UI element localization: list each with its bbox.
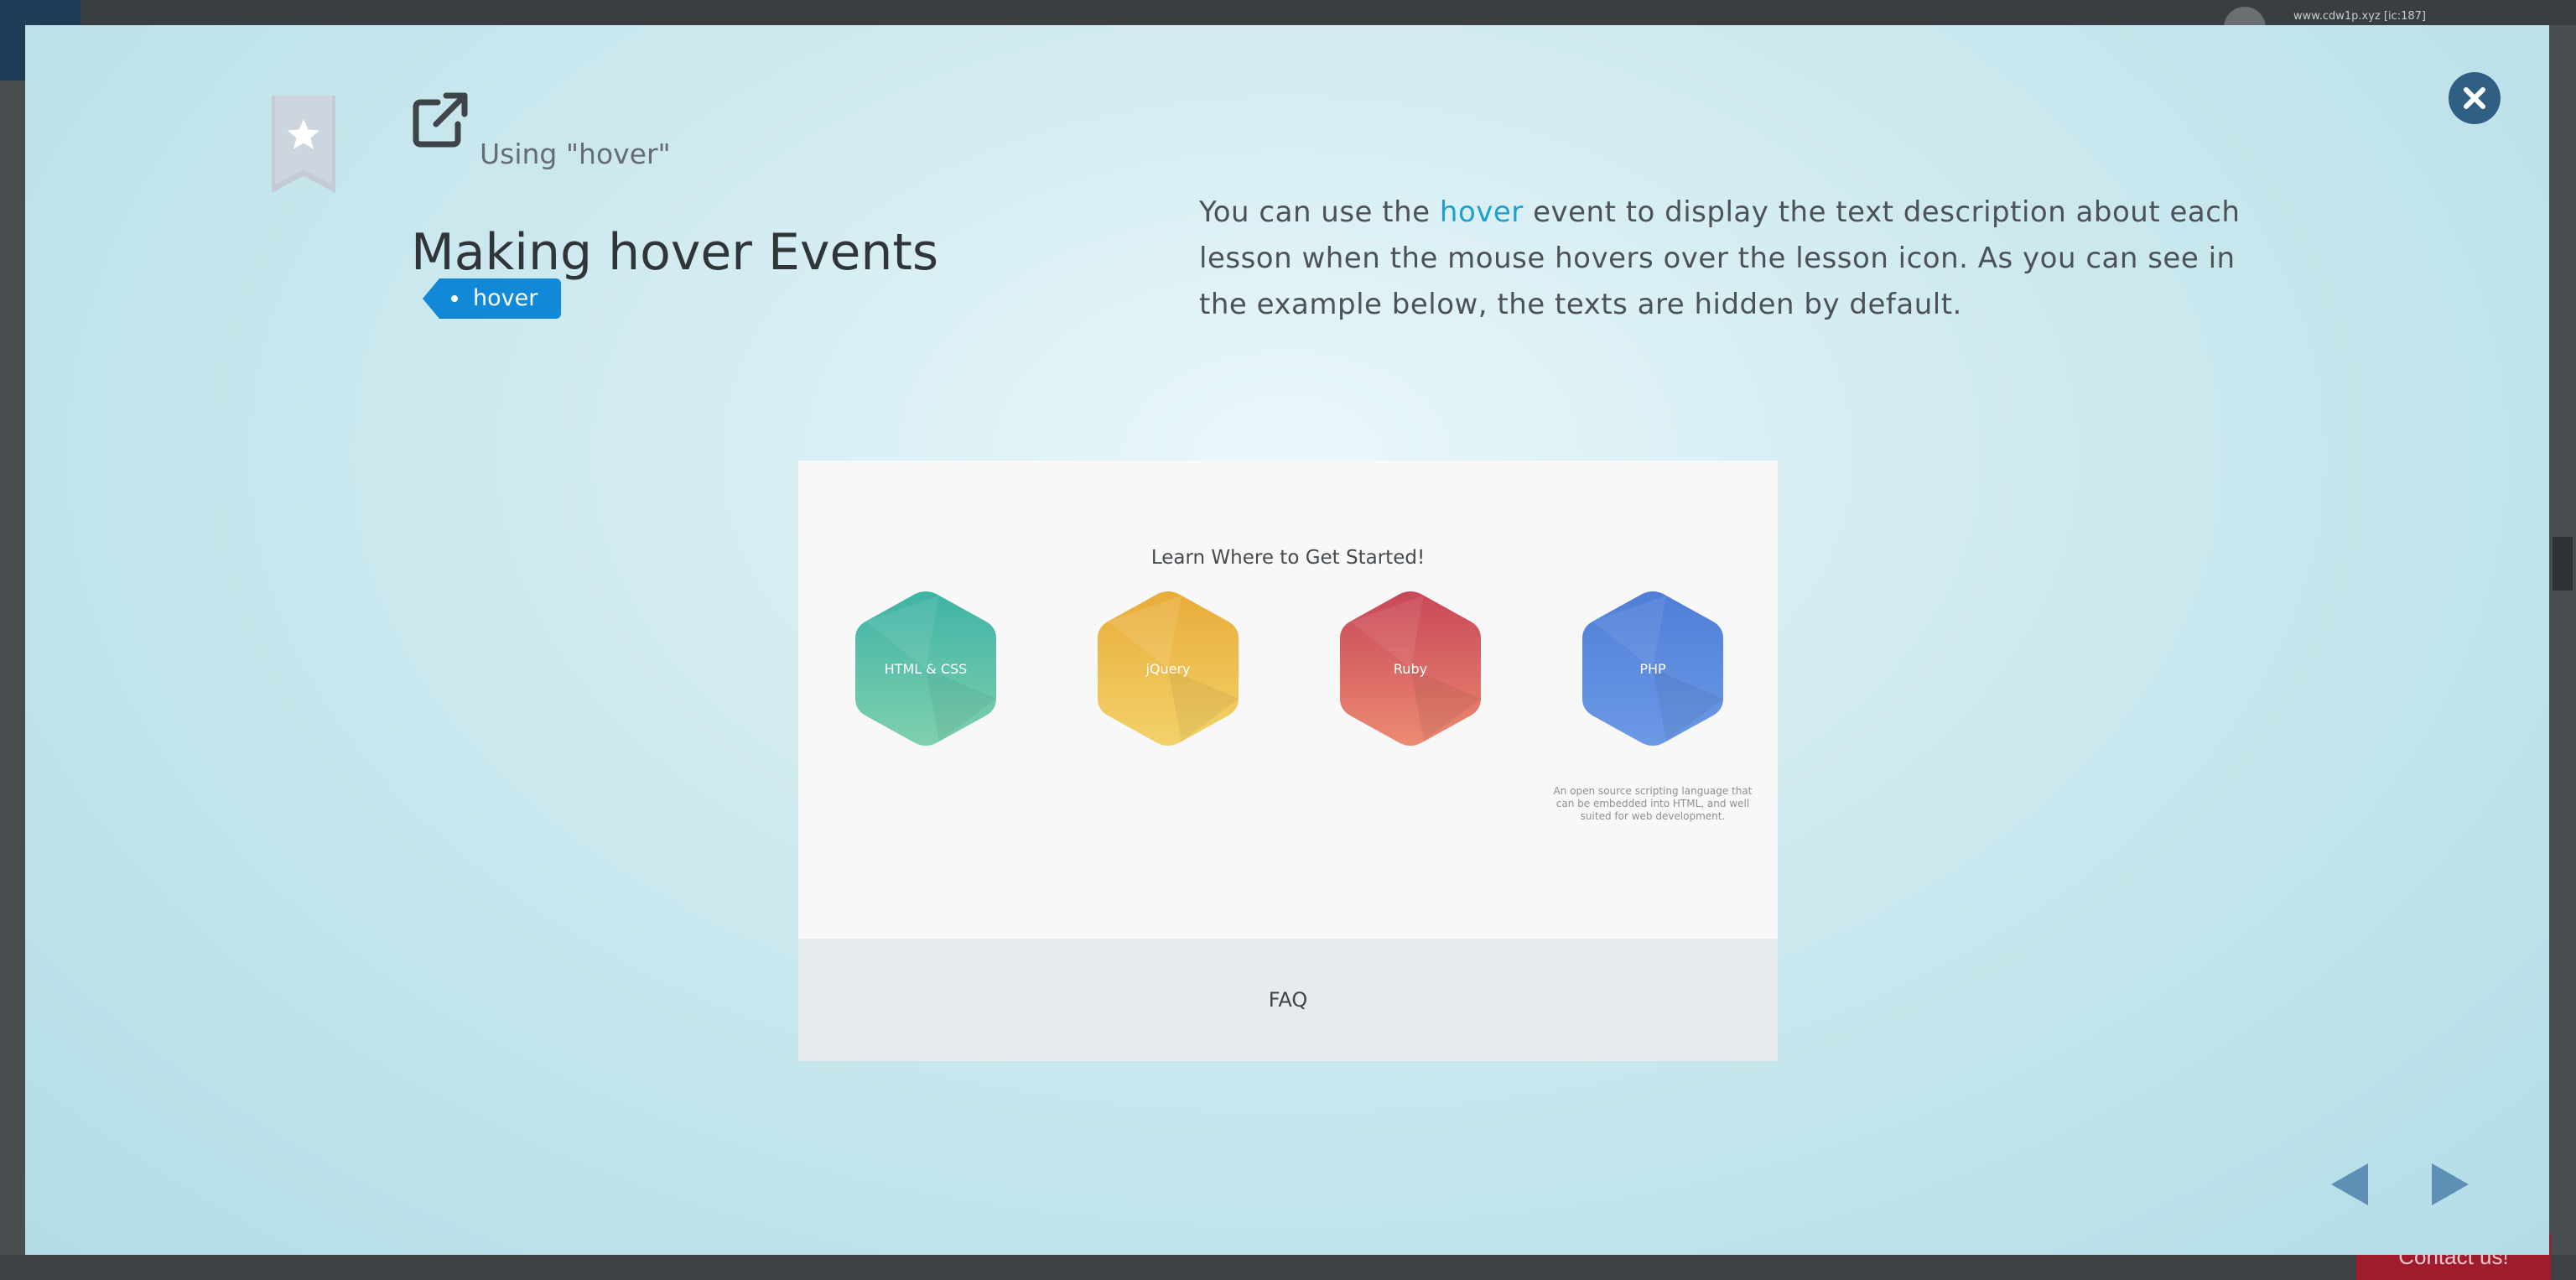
- lesson-description: You can use the hover event to display t…: [1199, 190, 2289, 328]
- tag-dot: [451, 295, 458, 302]
- example-preview: Learn Where to Get Started! HTML & CSS j…: [798, 460, 1778, 1061]
- lesson-subtitle: Using "hover": [480, 138, 671, 170]
- lesson-hex-php[interactable]: PHP: [1579, 588, 1727, 749]
- faq-link[interactable]: FAQ: [798, 939, 1778, 1061]
- lesson-label: jQuery: [1145, 660, 1191, 677]
- lesson-hex-html-css[interactable]: HTML & CSS: [852, 588, 1000, 749]
- background-url-text: www.cdw1p.xyz [ic:187]: [2293, 10, 2426, 23]
- arrow-left-icon[interactable]: [2328, 1162, 2370, 1207]
- description-highlight: hover: [1439, 195, 1524, 229]
- lesson-hex-ruby[interactable]: Ruby: [1337, 588, 1484, 749]
- close-icon: [2464, 87, 2485, 109]
- lesson-modal: Using "hover" Making hover Events hover …: [25, 25, 2549, 1255]
- tag-label: hover: [473, 285, 538, 311]
- lesson-hex-jquery[interactable]: jQuery: [1094, 588, 1242, 749]
- example-heading: Learn Where to Get Started!: [1150, 547, 1426, 569]
- lesson-label: PHP: [1639, 660, 1666, 677]
- external-link-icon: [413, 92, 468, 148]
- background-topbar: [0, 0, 2576, 25]
- description-text: You can use the: [1199, 195, 1440, 229]
- background-scrollbar[interactable]: [2553, 537, 2573, 591]
- lesson-label: HTML & CSS: [884, 660, 968, 677]
- hover-description: An open source scripting language that c…: [1553, 785, 1753, 822]
- page-title: Making hover Events: [411, 223, 939, 283]
- background-footer: [0, 1255, 2576, 1280]
- lesson-label: Ruby: [1393, 660, 1428, 677]
- topic-tag[interactable]: hover: [422, 278, 562, 319]
- arrow-right-icon[interactable]: [2430, 1162, 2472, 1207]
- close-button[interactable]: [2449, 72, 2501, 124]
- bookmark-star-icon[interactable]: [268, 96, 339, 193]
